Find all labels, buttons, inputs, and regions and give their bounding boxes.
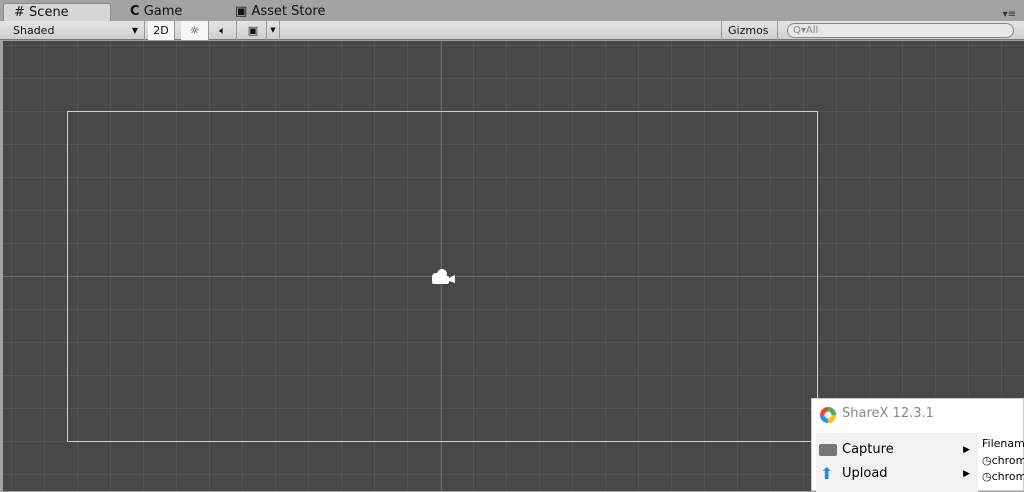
scene-toolbar: Shaded▼ 2D ☼ 🔈︎ ▣ ▼ Gizmos ▼ Q▾All xyxy=(0,21,1024,55)
search-icon: Q▾ xyxy=(793,25,806,36)
shading-dropdown[interactable]: Shaded ▼ xyxy=(3,21,145,40)
audio-toggle[interactable]: 🔈︎ xyxy=(209,21,237,40)
sharex-title: ShareX 12.3.1 xyxy=(842,406,934,421)
sharex-menu: ShareX 12.3.1 Capture▶ ⬆Upload▶ Filename… xyxy=(811,398,1024,492)
filename-header: Filename xyxy=(982,437,1024,450)
tab-bar: # Scene C Game ▣ Asset Store ▾≡ xyxy=(0,0,1024,21)
recent-item[interactable]: ◷chrome xyxy=(982,454,1024,467)
chevron-right-icon: ▶ xyxy=(963,469,970,479)
menu-item-capture[interactable]: Capture ▶ xyxy=(816,438,978,462)
chevron-down-icon: ▼ xyxy=(131,26,138,35)
chevron-down-icon: ▼ xyxy=(270,26,276,34)
clock-icon: ◷ xyxy=(982,470,992,483)
image-icon: ▣ xyxy=(247,24,259,37)
pacman-icon: C xyxy=(130,4,140,19)
camera-icon xyxy=(819,444,837,456)
2d-toggle[interactable]: 2D xyxy=(148,21,175,40)
lighting-toggle[interactable]: ☼ xyxy=(181,21,209,40)
menu-item-upload[interactable]: ⬆ Upload ▶ xyxy=(816,462,978,486)
gizmos-dropdown[interactable]: Gizmos ▼ xyxy=(721,21,778,55)
recent-files: Filename ◷chrome ◷chrome xyxy=(982,433,1024,483)
tab-menu-icon[interactable]: ▾≡ xyxy=(1003,9,1016,20)
speaker-icon: 🔈︎ xyxy=(219,24,226,37)
search-input[interactable]: Q▾All xyxy=(787,23,1014,38)
camera-icon[interactable] xyxy=(429,267,459,287)
clock-icon: ◷ xyxy=(982,454,992,467)
sharex-logo-icon xyxy=(820,407,836,423)
effects-dropdown[interactable]: ▼ xyxy=(267,21,280,40)
tab-game[interactable]: C Game xyxy=(120,3,182,21)
tab-asset-store[interactable]: ▣ Asset Store xyxy=(225,3,325,21)
sun-icon: ☼ xyxy=(189,24,200,37)
effects-toggle[interactable]: ▣ xyxy=(240,21,267,40)
upload-arrow-icon: ⬆ xyxy=(820,464,834,483)
bag-icon: ▣ xyxy=(235,4,248,19)
chevron-right-icon: ▶ xyxy=(963,445,970,455)
grid-icon: # xyxy=(14,5,25,20)
sharex-main-menu: Capture ▶ ⬆ Upload ▶ xyxy=(816,433,978,492)
recent-item[interactable]: ◷chrome xyxy=(982,470,1024,483)
tab-scene[interactable]: # Scene xyxy=(3,3,111,21)
